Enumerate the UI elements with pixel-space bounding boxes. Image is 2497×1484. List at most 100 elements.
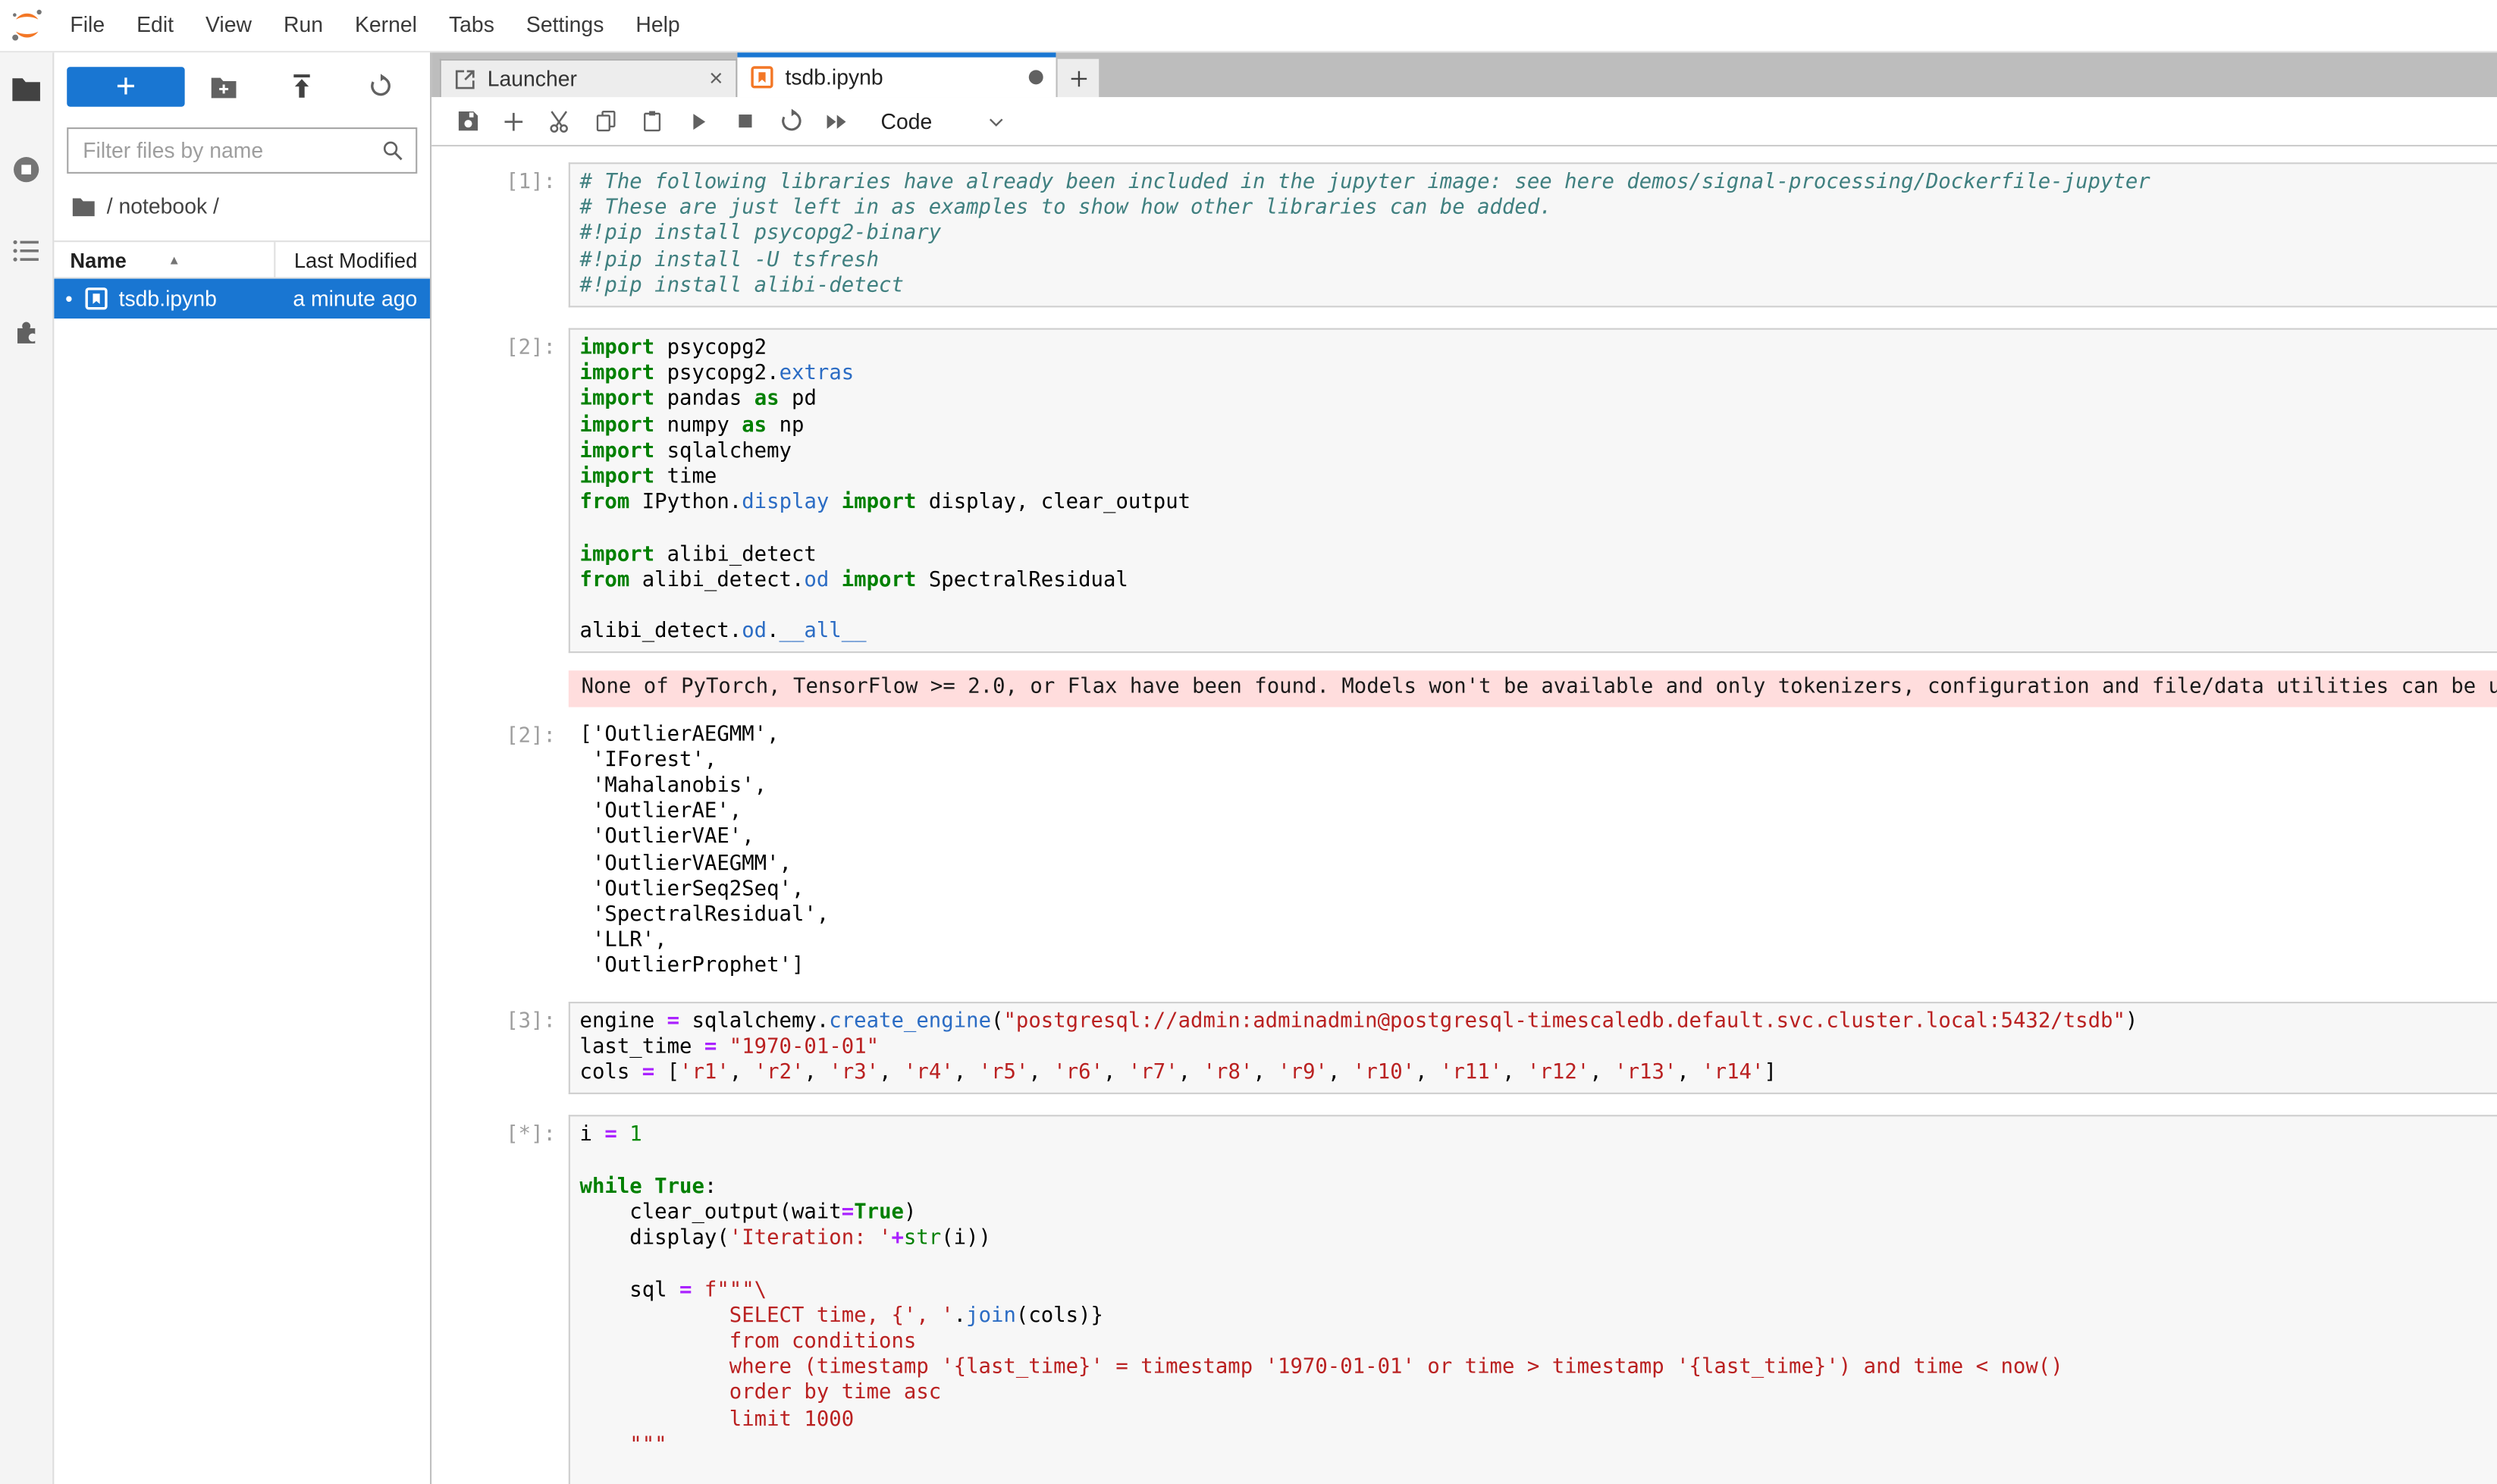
code-line — [580, 1459, 2491, 1484]
notebook-scroll-area[interactable]: [1]:# The following libraries have alrea… — [431, 146, 2497, 1484]
code-line: 'IForest', — [580, 748, 2497, 774]
new-launcher-plus-button[interactable] — [67, 66, 184, 106]
tab-label: Launcher — [488, 67, 698, 91]
menu-item-kernel[interactable]: Kernel — [339, 0, 433, 51]
tab-tsdb-ipynb[interactable]: tsdb.ipynb — [737, 52, 1056, 97]
close-icon[interactable]: × — [709, 69, 723, 88]
code-line: #!pip install psycopg2-binary — [580, 222, 2491, 248]
extension-manager-icon[interactable] — [5, 315, 47, 347]
code-line: alibi_detect.od.__all__ — [580, 620, 2491, 646]
file-name: tsdb.ipynb — [119, 287, 282, 311]
column-header-last-modified[interactable]: Last Modified — [275, 242, 430, 277]
code-line: """ — [580, 1433, 2491, 1459]
activity-bar — [0, 52, 54, 1484]
cell-editor[interactable]: i = 1 while True: clear_output(wait=True… — [569, 1115, 2497, 1484]
code-line: clear_output(wait=True) — [580, 1200, 2491, 1226]
file-list-header: Name ▲ Last Modified — [54, 240, 430, 278]
code-line: # The following libraries have already b… — [580, 171, 2491, 196]
menu-item-tabs[interactable]: Tabs — [433, 0, 510, 51]
code-line: cols = ['r1', 'r2', 'r3', 'r4', 'r5', 'r… — [580, 1061, 2491, 1087]
cell-editor[interactable]: # The following libraries have already b… — [569, 162, 2497, 307]
code-line: from IPython.display import display, cle… — [580, 491, 2491, 516]
code-line: engine = sqlalchemy.create_engine("postg… — [580, 1009, 2491, 1035]
new-tab-button[interactable] — [1058, 59, 1099, 97]
code-line: #!pip install alibi-detect — [580, 274, 2491, 300]
cell-type-dropdown[interactable]: Code — [880, 109, 1007, 133]
code-line: import psycopg2 — [580, 336, 2491, 362]
refresh-icon[interactable] — [360, 67, 402, 105]
breadcrumb-path[interactable]: / notebook / — [107, 194, 219, 218]
restart-kernel-icon[interactable] — [767, 102, 814, 140]
upload-icon[interactable] — [282, 67, 324, 105]
running-sessions-icon[interactable] — [5, 153, 47, 185]
menu-item-file[interactable]: File — [54, 0, 121, 51]
code-line: import psycopg2.extras — [580, 362, 2491, 387]
code-line: 'Mahalanobis', — [580, 774, 2497, 800]
add-cell-icon[interactable] — [491, 102, 537, 140]
filter-files-input[interactable] — [80, 137, 381, 165]
code-line: 'OutlierAE', — [580, 800, 2497, 826]
code-line: 'OutlierVAEGMM', — [580, 852, 2497, 877]
output-text: ['OutlierAEGMM', 'IForest', 'Mahalanobis… — [569, 716, 2497, 980]
new-folder-icon[interactable] — [203, 67, 245, 105]
input-prompt: [3]: — [431, 1001, 569, 1094]
code-line: # These are just left in as examples to … — [580, 196, 2491, 222]
code-line: SELECT time, {', '.join(cols)} — [580, 1304, 2491, 1330]
menu-bar: FileEditViewRunKernelTabsSettingsHelp — [0, 0, 2497, 52]
cell-editor[interactable]: engine = sqlalchemy.create_engine("postg… — [569, 1001, 2497, 1094]
menu-item-help[interactable]: Help — [620, 0, 695, 51]
restart-run-all-icon[interactable] — [814, 102, 860, 140]
breadcrumb: / notebook / — [54, 174, 430, 230]
run-icon[interactable] — [676, 102, 722, 140]
tab-bar: Launcher × tsdb.ipynb — [431, 52, 2497, 97]
code-cell: [3]: engine = sqlalchemy.create_engine("p… — [431, 1001, 2497, 1094]
code-line: 'OutlierProphet'] — [580, 955, 2497, 980]
code-line: import sqlalchemy — [580, 439, 2491, 465]
save-icon[interactable] — [444, 102, 491, 140]
cut-icon[interactable] — [537, 102, 583, 140]
code-line — [580, 1149, 2491, 1175]
copy-icon[interactable] — [583, 102, 629, 140]
tab-label: tsdb.ipynb — [785, 65, 1018, 89]
chevron-down-icon — [987, 111, 1007, 131]
code-line: import alibi_detect — [580, 542, 2491, 568]
file-row-tsdb-ipynb[interactable]: • tsdb.ipynb a minute ago — [54, 279, 430, 319]
code-line: while True: — [580, 1175, 2491, 1200]
menu-item-edit[interactable]: Edit — [121, 0, 190, 51]
menu-item-view[interactable]: View — [190, 0, 268, 51]
code-line: from conditions — [580, 1330, 2491, 1356]
menu-item-settings[interactable]: Settings — [510, 0, 620, 51]
search-icon — [381, 139, 405, 163]
paste-icon[interactable] — [629, 102, 676, 140]
code-line — [580, 516, 2491, 542]
notebook-icon — [750, 65, 774, 89]
menu-item-run[interactable]: Run — [268, 0, 339, 51]
tab-launcher[interactable]: Launcher × — [440, 59, 738, 97]
file-browser-panel: / notebook / Name ▲ Last Modified • tsdb… — [54, 52, 430, 1484]
code-line: 'OutlierVAE', — [580, 826, 2497, 852]
code-cell: [1]:# The following libraries have alrea… — [431, 162, 2497, 307]
dirty-dot-icon[interactable] — [1029, 70, 1043, 84]
cell-editor[interactable]: import psycopg2import psycopg2.extrasimp… — [569, 328, 2497, 654]
code-line: order by time asc — [580, 1382, 2491, 1407]
code-line: 'LLR', — [580, 929, 2497, 955]
code-line: import pandas as pd — [580, 387, 2491, 413]
output-area: [2]:['OutlierAEGMM', 'IForest', 'Mahalan… — [431, 716, 2497, 980]
column-header-name[interactable]: Name ▲ — [54, 242, 275, 277]
code-cell: [2]:import psycopg2import psycopg2.extra… — [431, 328, 2497, 654]
input-prompt: [*]: — [431, 1115, 569, 1484]
home-folder-icon[interactable] — [72, 196, 96, 216]
sort-ascending-icon: ▲ — [168, 253, 180, 267]
jupyter-logo-icon — [0, 6, 54, 44]
menu-items: FileEditViewRunKernelTabsSettingsHelp — [54, 0, 695, 51]
code-line: display('Iteration: '+str(i)) — [580, 1226, 2491, 1252]
table-of-contents-icon[interactable] — [5, 234, 47, 266]
file-browser-folder-icon[interactable] — [5, 72, 47, 104]
jupyterlab-window: FileEditViewRunKernelTabsSettingsHelp — [0, 0, 2497, 1484]
code-line: import time — [580, 465, 2491, 491]
stop-icon[interactable] — [721, 102, 767, 140]
code-line — [580, 1252, 2491, 1278]
code-line: sql = f"""\ — [580, 1278, 2491, 1304]
notebook-toolbar: Code — [431, 97, 2497, 146]
open-file-dot: • — [65, 290, 73, 306]
